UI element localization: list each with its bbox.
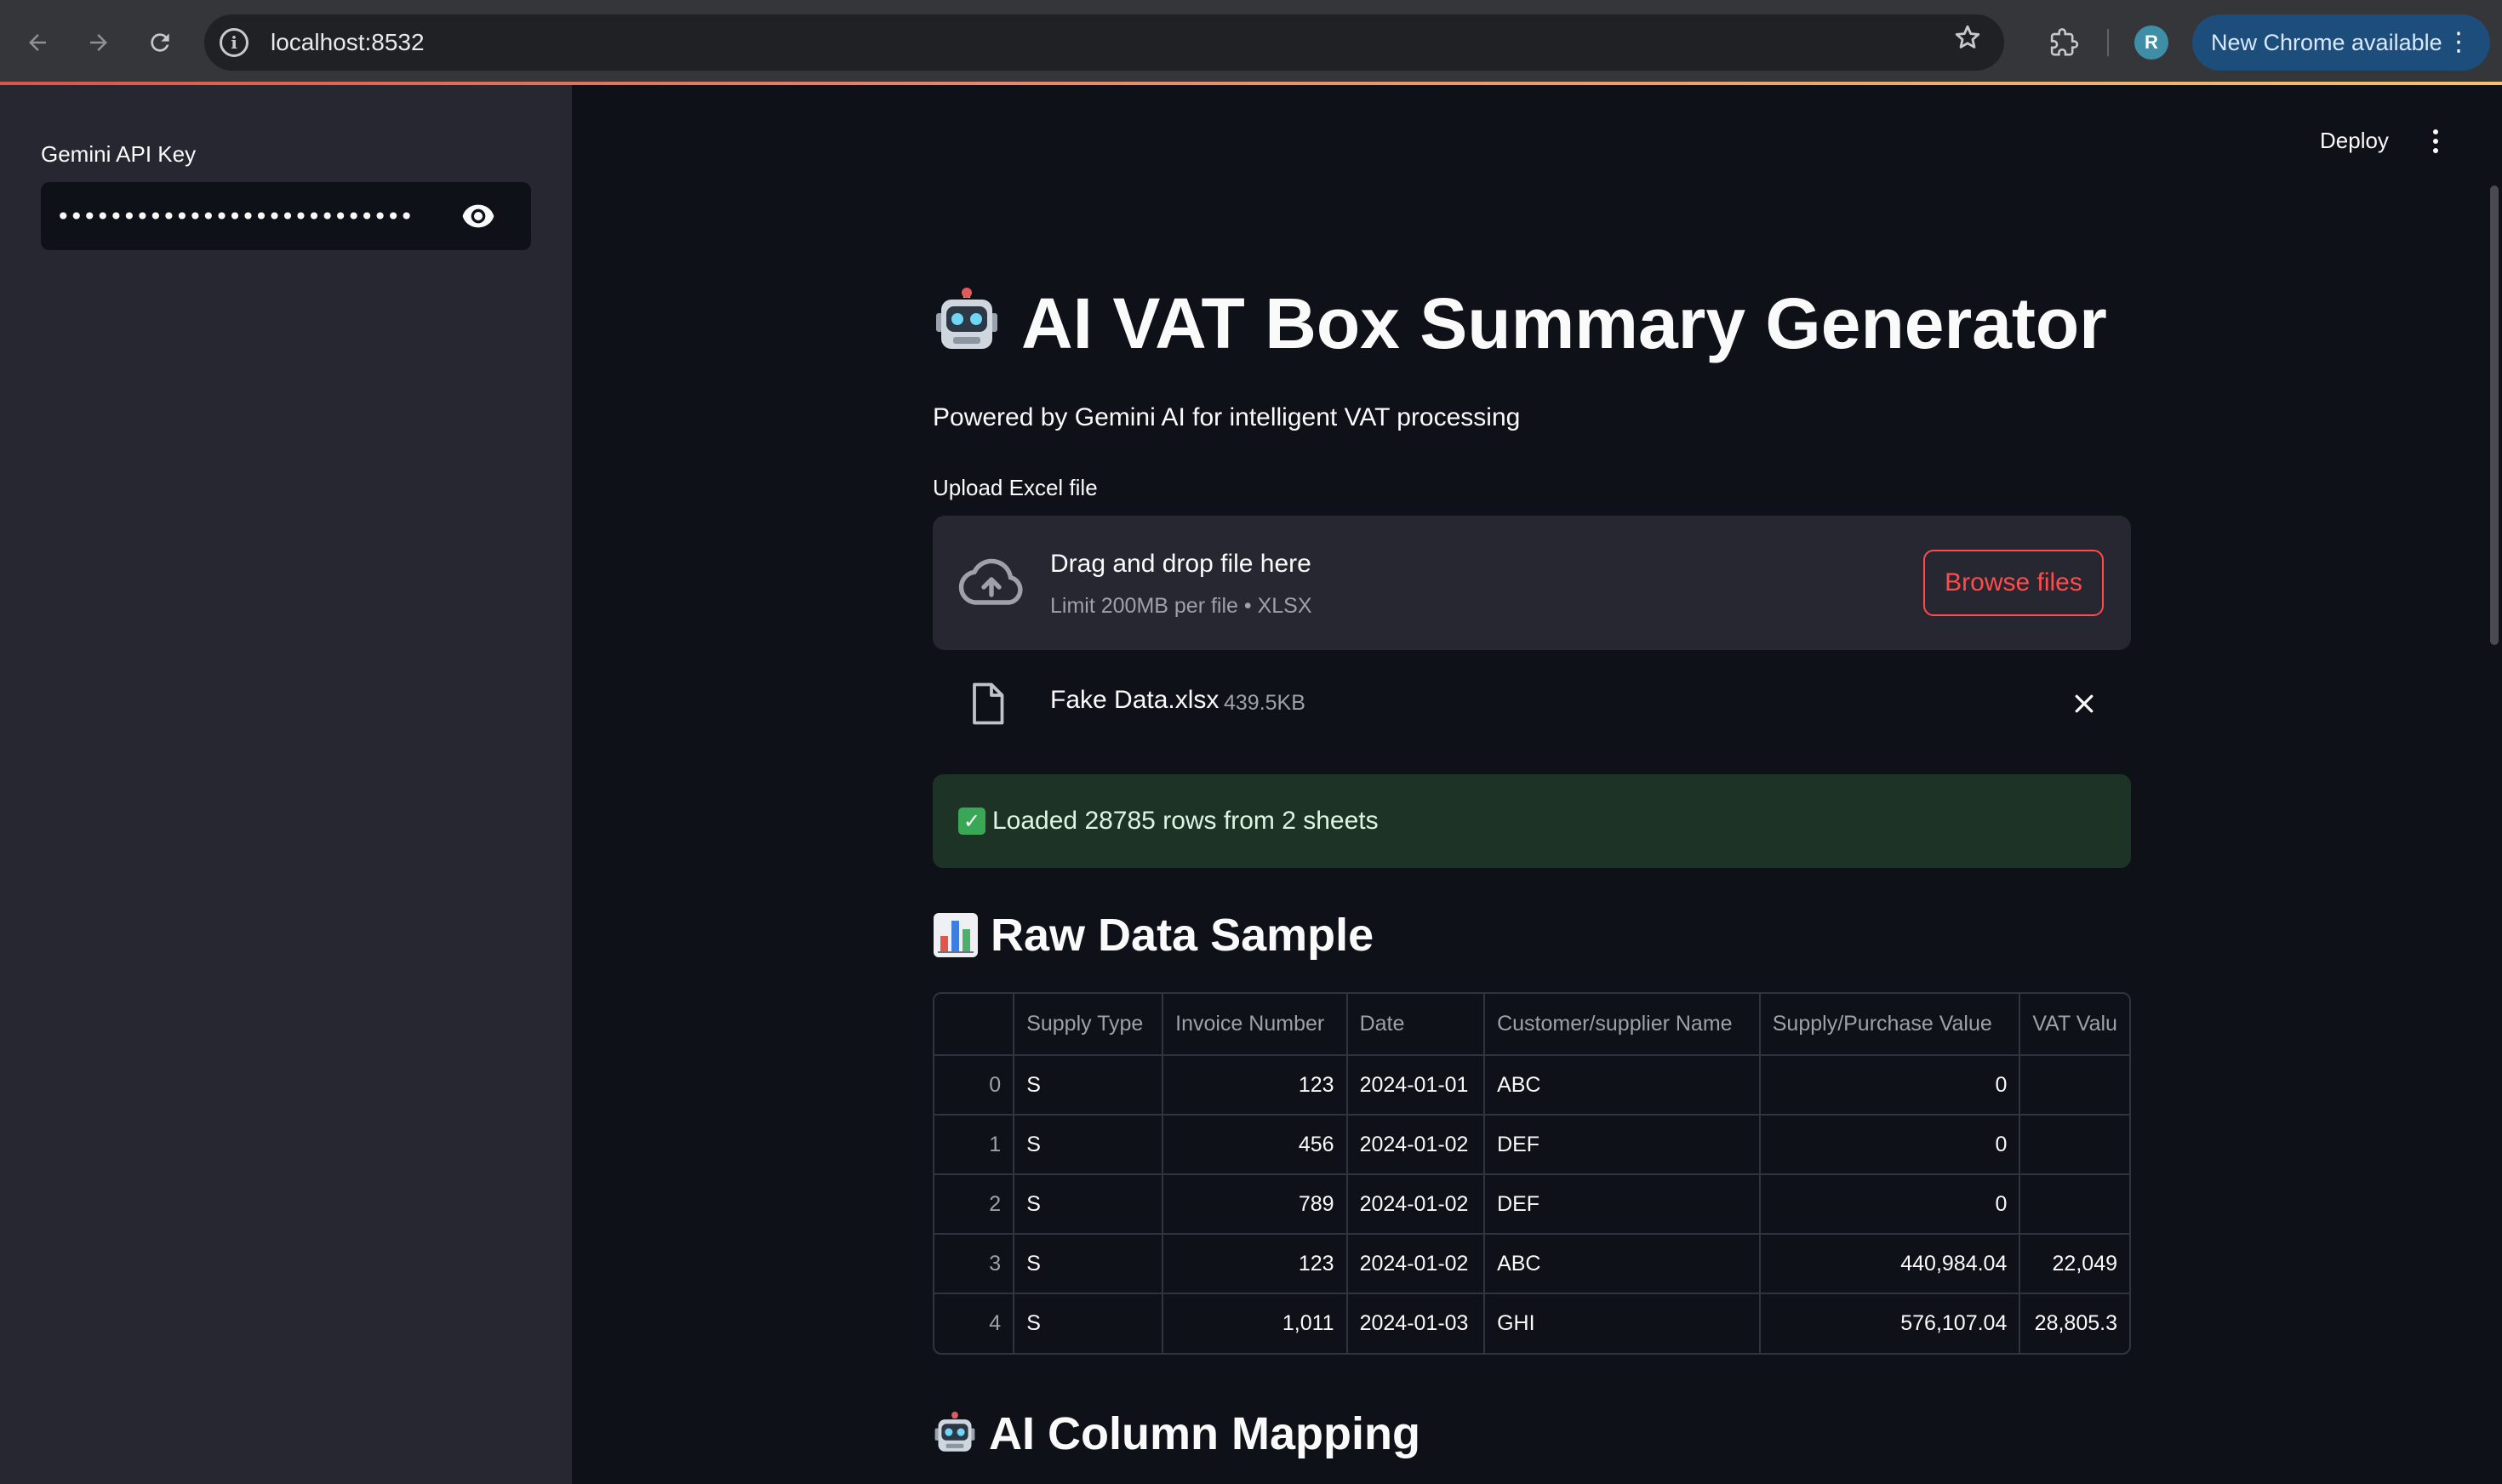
table-header-row: Supply Type Invoice Number Date Customer… — [934, 994, 2129, 1056]
show-password-icon[interactable] — [461, 203, 495, 234]
address-bar[interactable]: i localhost:8532 — [204, 14, 2004, 71]
bookmark-star-icon[interactable] — [1953, 23, 1982, 60]
table-cell[interactable]: ABC — [1484, 1055, 1761, 1116]
table-cell[interactable]: S — [1014, 1234, 1164, 1294]
update-chrome-button[interactable]: New Chrome available ⋮ — [2192, 14, 2490, 71]
back-arrow-icon — [29, 34, 46, 51]
table-cell[interactable]: DEF — [1484, 1115, 1761, 1175]
robot-icon — [933, 288, 1001, 356]
deploy-button[interactable]: Deploy — [2320, 128, 2389, 154]
main-menu-icon[interactable] — [2425, 126, 2446, 157]
back-button[interactable] — [17, 22, 58, 63]
column-mapping-heading-text: AI Column Mapping — [989, 1408, 1420, 1459]
success-text: Loaded 28785 rows from 2 sheets — [992, 807, 1379, 835]
reload-button[interactable] — [140, 22, 180, 63]
table-cell[interactable]: 1,011 — [1162, 1293, 1348, 1353]
dropzone-instruction: Drag and drop file here — [1050, 550, 1311, 578]
table-cell[interactable]: 2024-01-03 — [1346, 1293, 1486, 1353]
table-cell[interactable]: 576,107.04 — [1759, 1293, 2021, 1353]
sidebar — [0, 85, 572, 1484]
table-row[interactable]: 2 S 789 2024-01-02 DEF 0 — [934, 1174, 2129, 1235]
table-row[interactable]: 1 S 456 2024-01-02 DEF 0 — [934, 1115, 2129, 1175]
cloud-upload-icon — [958, 556, 1025, 612]
api-key-input[interactable]: •••••••••••••••••••••••••••••••••••••••• — [41, 182, 531, 250]
table-cell[interactable]: ABC — [1484, 1234, 1761, 1294]
table-cell[interactable] — [2019, 1115, 2129, 1175]
dropzone-limit: Limit 200MB per file • XLSX — [1050, 594, 1312, 618]
browse-files-button[interactable]: Browse files — [1923, 550, 2104, 616]
row-index: 2 — [934, 1174, 1015, 1235]
forward-arrow-icon — [90, 34, 107, 51]
raw-data-heading-text: Raw Data Sample — [991, 910, 1374, 961]
reload-icon — [151, 33, 169, 52]
puzzle-icon — [2050, 28, 2079, 56]
table-cell[interactable] — [2019, 1055, 2129, 1116]
table-cell[interactable]: 123 — [1162, 1055, 1348, 1116]
browser-toolbar: i localhost:8532 R New Chrome available … — [0, 0, 2502, 85]
column-header[interactable]: Invoice Number — [1162, 994, 1348, 1056]
table-cell[interactable]: GHI — [1484, 1293, 1761, 1353]
column-header[interactable]: VAT Valu — [2019, 994, 2129, 1056]
column-header[interactable]: Customer/supplier Name — [1484, 994, 1761, 1056]
profile-avatar[interactable]: R — [2134, 26, 2168, 60]
raw-data-heading: Raw Data Sample — [933, 909, 1374, 962]
toolbar-divider — [2107, 29, 2109, 56]
file-icon — [970, 682, 1004, 729]
table-cell[interactable]: 28,805.3 — [2019, 1293, 2129, 1353]
table-cell[interactable]: S — [1014, 1174, 1164, 1235]
uploaded-file-size: 439.5KB — [1224, 691, 1305, 715]
column-header[interactable]: Supply/Purchase Value — [1759, 994, 2021, 1056]
table-cell[interactable]: S — [1014, 1293, 1164, 1353]
row-index: 3 — [934, 1234, 1015, 1294]
robot-icon — [933, 1412, 977, 1456]
uploaded-file-name: Fake Data.xlsx — [1050, 686, 1220, 714]
column-header[interactable]: Supply Type — [1014, 994, 1164, 1056]
table-cell[interactable]: 123 — [1162, 1234, 1348, 1294]
row-index: 4 — [934, 1293, 1015, 1353]
table-cell[interactable]: 0 — [1759, 1115, 2021, 1175]
table-cell[interactable]: 789 — [1162, 1174, 1348, 1235]
table-cell[interactable]: S — [1014, 1055, 1164, 1116]
upload-label: Upload Excel file — [933, 475, 1098, 500]
table-cell[interactable] — [2019, 1174, 2129, 1235]
table-cell[interactable]: 2024-01-01 — [1346, 1055, 1486, 1116]
file-dropzone[interactable]: Drag and drop file here Limit 200MB per … — [933, 516, 2131, 650]
row-index: 0 — [934, 1055, 1015, 1116]
table-cell[interactable]: 0 — [1759, 1055, 2021, 1116]
uploaded-file-row: Fake Data.xlsx 439.5KB — [933, 667, 2131, 740]
site-info-icon[interactable]: i — [220, 28, 248, 57]
table-row[interactable]: 4 S 1,011 2024-01-03 GHI 576,107.04 28,8… — [934, 1293, 2129, 1353]
success-alert: ✓ Loaded 28785 rows from 2 sheets — [933, 774, 2131, 868]
update-label: New Chrome available — [2211, 29, 2442, 55]
table-cell[interactable]: S — [1014, 1115, 1164, 1175]
bar-chart-icon — [933, 912, 979, 958]
api-key-label: Gemini API Key — [41, 141, 197, 167]
remove-file-icon[interactable] — [2071, 691, 2097, 721]
table-cell[interactable]: DEF — [1484, 1174, 1761, 1235]
api-key-masked-value: •••••••••••••••••••••••••••••••••••••••• — [56, 202, 414, 231]
raw-data-table[interactable]: Supply Type Invoice Number Date Customer… — [933, 992, 2131, 1355]
page-title: AI VAT Box Summary Generator — [1021, 283, 2107, 363]
table-cell[interactable]: 2024-01-02 — [1346, 1174, 1486, 1235]
check-mark-icon: ✓ — [958, 808, 985, 835]
column-header[interactable]: Date — [1346, 994, 1486, 1056]
forward-button[interactable] — [78, 22, 119, 63]
table-row[interactable]: 3 S 123 2024-01-02 ABC 440,984.04 22,049 — [934, 1234, 2129, 1294]
table-cell[interactable]: 0 — [1759, 1174, 2021, 1235]
url-text: localhost:8532 — [271, 29, 425, 55]
table-cell[interactable]: 2024-01-02 — [1346, 1234, 1486, 1294]
table-cell[interactable]: 2024-01-02 — [1346, 1115, 1486, 1175]
table-cell[interactable]: 456 — [1162, 1115, 1348, 1175]
page-subtitle: Powered by Gemini AI for intelligent VAT… — [933, 403, 1521, 431]
table-cell[interactable]: 440,984.04 — [1759, 1234, 2021, 1294]
column-mapping-heading: AI Column Mapping — [933, 1407, 1420, 1460]
row-index: 1 — [934, 1115, 1015, 1175]
extensions-button[interactable] — [2044, 22, 2085, 63]
table-cell[interactable]: 22,049 — [2019, 1234, 2129, 1294]
table-row[interactable]: 0 S 123 2024-01-01 ABC 0 — [934, 1055, 2129, 1116]
column-header[interactable] — [934, 994, 1015, 1056]
scrollbar[interactable] — [2490, 186, 2499, 645]
chrome-menu-icon[interactable]: ⋮ — [2446, 28, 2471, 57]
